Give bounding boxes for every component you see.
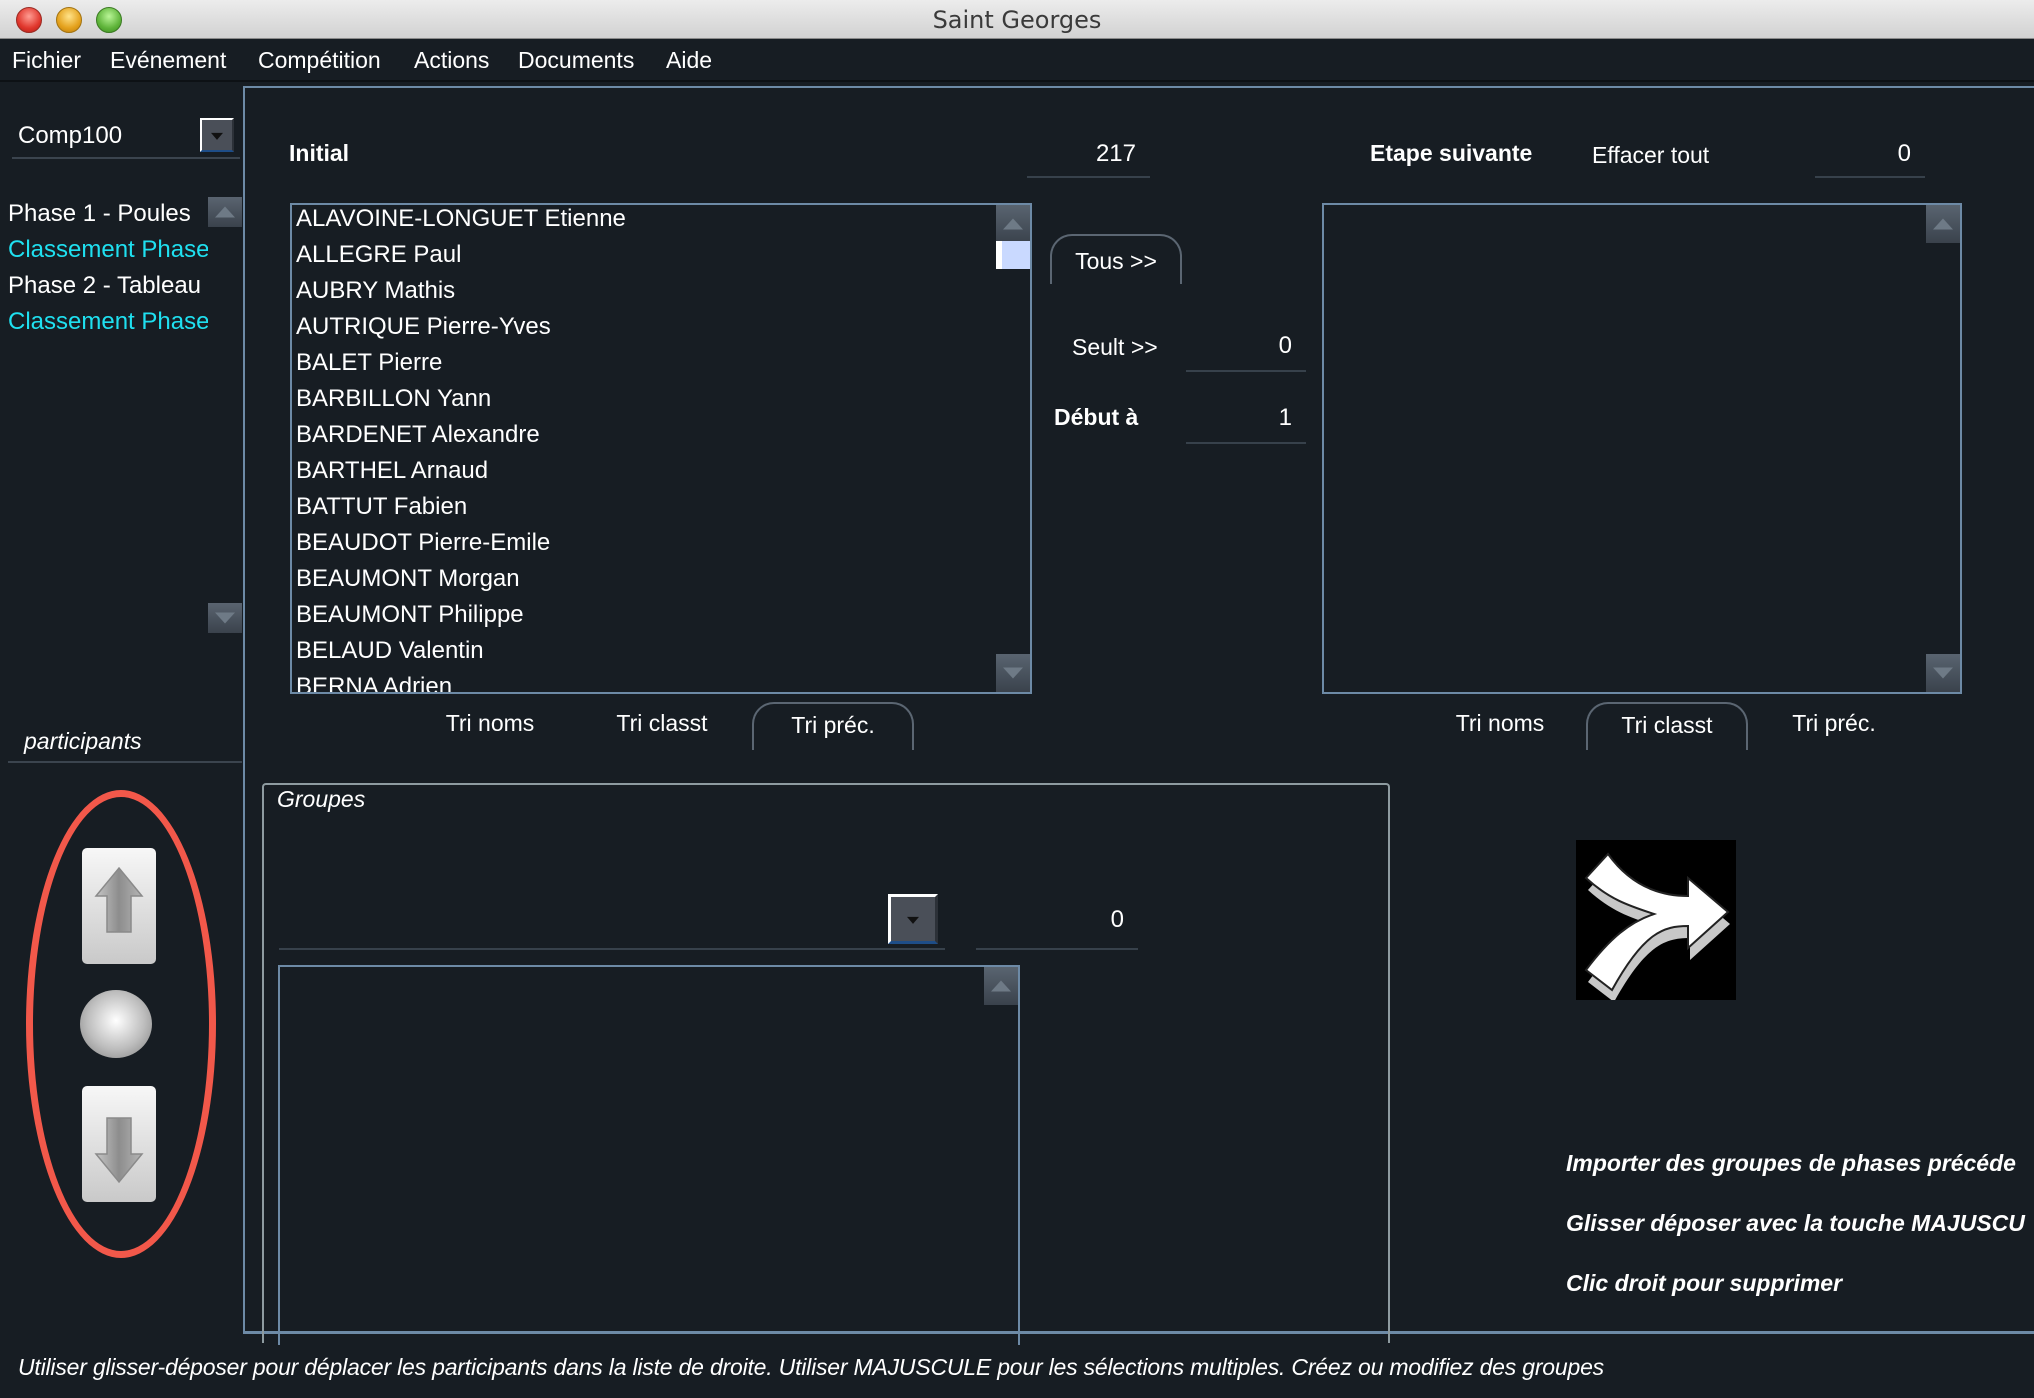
phase-item-ranking[interactable]: Classement Phase <box>8 236 208 264</box>
start-at-field[interactable]: 1 <box>1186 404 1306 444</box>
phase-item[interactable]: Phase 1 - Poules <box>8 200 208 228</box>
chevron-down-icon <box>211 132 223 140</box>
scroll-up-icon <box>991 980 1011 992</box>
initial-sort-names-tab[interactable]: Tri noms <box>420 710 560 752</box>
scroll-down-icon <box>1933 667 1953 679</box>
next-sort-names-tab[interactable]: Tri noms <box>1430 710 1570 752</box>
next-stage-participant-list[interactable] <box>1322 203 1962 694</box>
initial-participant-list[interactable]: ALAVOINE-LONGUET Etienne ALLEGRE Paul AU… <box>290 203 1032 694</box>
list-scroll-down[interactable] <box>996 654 1030 692</box>
menu-fichier[interactable]: Fichier <box>12 47 81 74</box>
transfer-all-button[interactable]: Tous >> <box>1050 234 1182 284</box>
arrow-up-icon <box>94 866 144 933</box>
group-dropdown-button[interactable] <box>888 894 938 944</box>
list-item[interactable]: ALLEGRE Paul <box>296 241 461 269</box>
next-stage-label: Etape suivante <box>1370 140 1533 166</box>
list-scroll-up[interactable] <box>984 967 1018 1005</box>
menu-documents[interactable]: Documents <box>518 47 634 74</box>
hint-right-click: Clic droit pour supprimer <box>1566 1270 1843 1296</box>
scroll-up-icon <box>1003 218 1023 230</box>
menu-aide[interactable]: Aide <box>666 47 712 74</box>
next-sort-ranking-tab[interactable]: Tri classt <box>1586 702 1748 750</box>
scroll-up-icon <box>215 206 235 218</box>
move-reset-button[interactable] <box>80 990 152 1058</box>
menu-evenement[interactable]: Evénement <box>110 47 226 74</box>
list-item[interactable]: BELAUD Valentin <box>296 637 484 665</box>
hint-drag-drop: Glisser déposer avec la touche MAJUSCU <box>1566 1210 2025 1236</box>
menu-bar: Fichier Evénement Compétition Actions Do… <box>0 39 2034 82</box>
list-item[interactable]: AUTRIQUE Pierre-Yves <box>296 313 551 341</box>
list-scrollbar-thumb[interactable] <box>996 241 1030 269</box>
list-item[interactable]: BEAUDOT Pierre-Emile <box>296 529 550 557</box>
status-bar-text: Utiliser glisser-déposer pour déplacer l… <box>18 1354 1604 1380</box>
initial-sort-ranking-tab[interactable]: Tri classt <box>592 710 732 752</box>
list-item[interactable]: BEAUMONT Philippe <box>296 601 524 629</box>
hint-import-groups: Importer des groupes de phases précéde <box>1566 1150 2016 1176</box>
arrow-down-icon <box>94 1117 144 1184</box>
competition-select-value[interactable]: Comp100 <box>18 122 122 150</box>
group-members-list[interactable] <box>278 965 1020 1345</box>
list-item[interactable]: BERNA Adrien <box>296 673 452 692</box>
phase-item[interactable]: Phase 2 - Tableau <box>8 272 208 300</box>
transfer-only-field[interactable]: 0 <box>1186 332 1306 372</box>
clear-all-button[interactable]: Effacer tout <box>1592 142 1709 169</box>
initial-label: Initial <box>289 140 350 166</box>
participants-label: participants <box>24 728 142 754</box>
scroll-up-icon <box>1933 218 1953 230</box>
competition-dropdown-button[interactable] <box>200 118 234 152</box>
window-title: Saint Georges <box>932 6 1102 34</box>
menu-competition[interactable]: Compétition <box>258 47 381 74</box>
import-groups-button[interactable] <box>1576 840 1736 1002</box>
divider <box>8 761 242 763</box>
chevron-down-icon <box>907 916 919 924</box>
list-item[interactable]: ALAVOINE-LONGUET Etienne <box>296 205 626 233</box>
list-scroll-down[interactable] <box>1926 654 1960 692</box>
menu-actions[interactable]: Actions <box>414 47 489 74</box>
list-item[interactable]: BEAUMONT Morgan <box>296 565 520 593</box>
phase-list-scroll-up[interactable] <box>208 197 242 227</box>
list-item[interactable]: BARBILLON Yann <box>296 385 491 413</box>
list-scroll-up[interactable] <box>996 205 1030 243</box>
move-up-button[interactable] <box>82 848 156 964</box>
start-at-label: Début à <box>1054 404 1139 430</box>
group-select-underline <box>279 948 945 950</box>
list-scroll-up[interactable] <box>1926 205 1960 243</box>
initial-sort-previous-tab[interactable]: Tri préc. <box>752 702 914 750</box>
list-item[interactable]: BARTHEL Arnaud <box>296 457 488 485</box>
scroll-down-icon <box>1003 667 1023 679</box>
initial-count: 217 <box>1027 140 1150 178</box>
group-count: 0 <box>976 906 1138 950</box>
move-down-button[interactable] <box>82 1086 156 1202</box>
list-item[interactable]: AUBRY Mathis <box>296 277 455 305</box>
phase-item-ranking[interactable]: Classement Phase <box>8 308 208 336</box>
phase-list-scroll-down[interactable] <box>208 603 242 633</box>
list-item[interactable]: BATTUT Fabien <box>296 493 467 521</box>
title-bar: Saint Georges <box>0 0 2034 39</box>
merge-arrow-icon <box>1584 852 1730 1002</box>
list-item[interactable]: BALET Pierre <box>296 349 442 377</box>
list-item[interactable]: BARDENET Alexandre <box>296 421 540 449</box>
groups-label: Groupes <box>277 786 366 812</box>
next-stage-count: 0 <box>1815 140 1925 178</box>
next-sort-previous-tab[interactable]: Tri préc. <box>1764 710 1904 752</box>
scroll-down-icon <box>215 612 235 624</box>
divider <box>12 157 240 159</box>
transfer-only-button[interactable]: Seult >> <box>1072 334 1158 361</box>
